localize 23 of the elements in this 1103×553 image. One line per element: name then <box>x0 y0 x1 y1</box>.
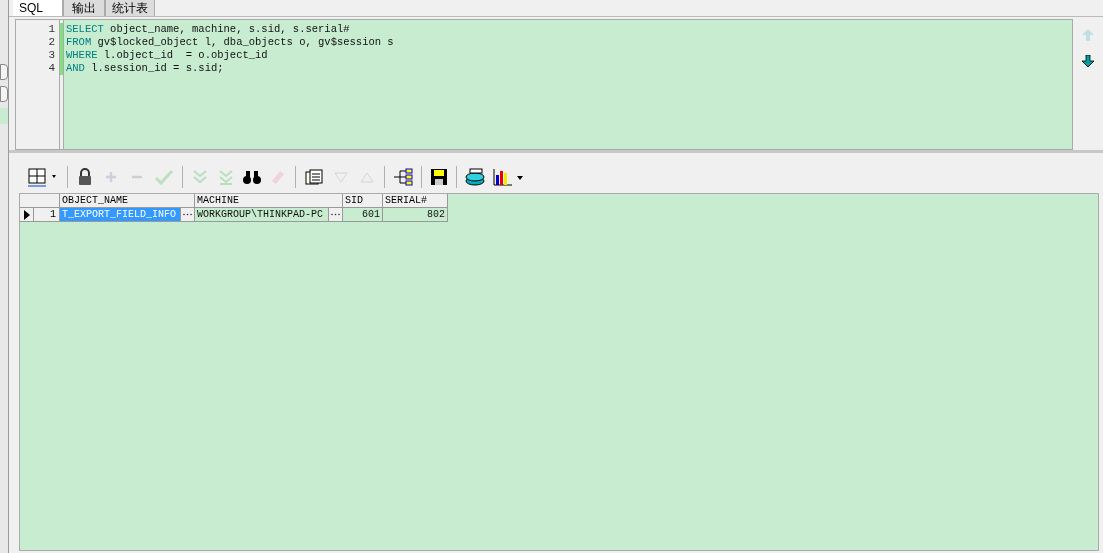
table-cell[interactable]: WORKGROUP\THINKPAD-PC <box>195 208 328 221</box>
line-number: 1 <box>48 23 55 36</box>
code-line: AND l.session_id = s.sid; <box>66 62 225 75</box>
more-icon[interactable] <box>328 208 342 221</box>
column-header[interactable]: SID <box>343 194 383 207</box>
tab[interactable]: 统计表 <box>105 0 155 16</box>
code-editor[interactable]: SELECT object_name, machine, s.sid, s.serial# FROM gv$locked_object l, dba_objects o, gv$session s WHERE l.object_id = o.object_id AND l.session_id = s.sid; <box>63 20 1072 149</box>
table-cell[interactable]: 601 <box>360 208 382 221</box>
row-number: 1 <box>34 208 60 221</box>
code-line: FROM gv$locked_object l, dba_objects o, gv$session s <box>66 36 395 49</box>
column-header[interactable]: SERIAL# <box>383 194 448 207</box>
tab[interactable]: 输出 <box>63 0 105 16</box>
more-icon[interactable] <box>180 208 194 221</box>
column-header[interactable]: MACHINE <box>195 194 343 207</box>
line-number: 3 <box>48 49 55 62</box>
column-header[interactable]: OBJECT_NAME <box>60 194 195 207</box>
line-number: 4 <box>48 62 55 75</box>
table-cell[interactable]: 802 <box>425 208 447 221</box>
code-line: SELECT object_name, machine, s.sid, s.serial# <box>66 23 351 36</box>
code-line: WHERE l.object_id = o.object_id <box>66 49 269 62</box>
tab[interactable]: SQL <box>13 0 63 16</box>
line-number: 2 <box>48 36 55 49</box>
arrow-down-icon[interactable] <box>1082 55 1094 67</box>
